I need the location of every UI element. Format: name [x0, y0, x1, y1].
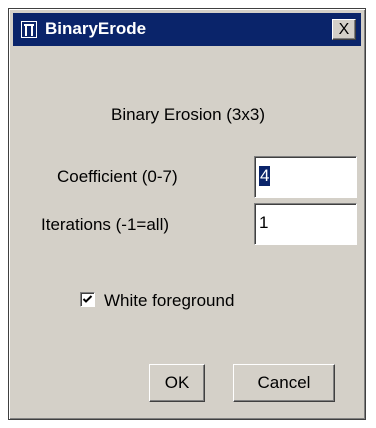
dialog-heading: Binary Erosion (3x3) — [110, 105, 265, 124]
iterations-input[interactable]: 1 — [254, 203, 357, 245]
white-foreground-label: White foreground — [104, 291, 235, 310]
coefficient-label: Coefficient (0-7) — [57, 167, 178, 186]
close-icon: X — [338, 21, 350, 38]
ok-button[interactable]: OK — [149, 364, 205, 402]
iterations-label: Iterations (-1=all) — [41, 215, 170, 234]
window-title: BinaryErode — [45, 19, 147, 38]
white-foreground-checkbox[interactable] — [80, 292, 95, 307]
imagej-icon — [21, 21, 37, 38]
cancel-button[interactable]: Cancel — [233, 364, 335, 402]
close-button[interactable]: X — [332, 19, 356, 40]
binary-erode-dialog: BinaryErode X Binary Erosion (3x3) Coeff… — [8, 8, 366, 420]
title-bar[interactable]: BinaryErode X — [13, 13, 361, 46]
coefficient-input[interactable]: 4 — [254, 156, 357, 198]
checkmark-icon — [82, 295, 93, 303]
coefficient-value: 4 — [259, 166, 271, 186]
iterations-value: 1 — [259, 213, 269, 232]
